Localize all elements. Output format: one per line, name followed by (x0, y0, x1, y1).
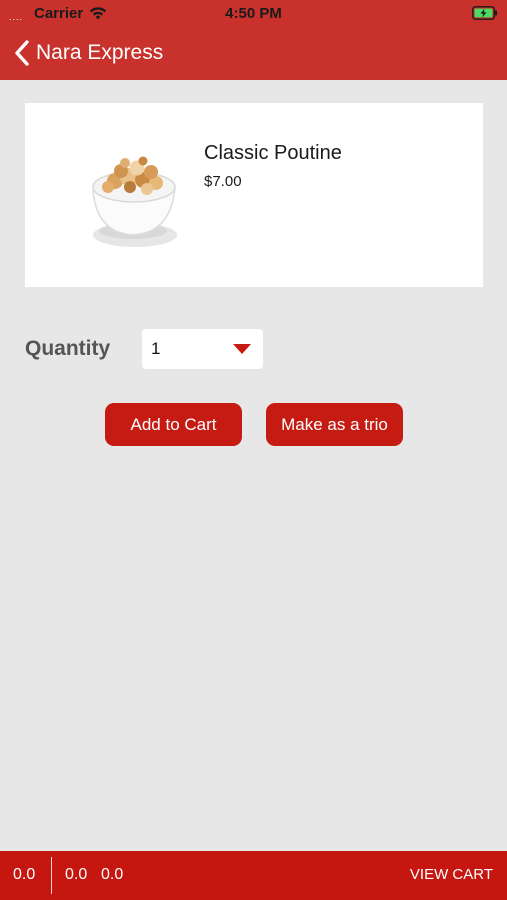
cart-value-1: 0.0 (13, 866, 36, 883)
back-label: Nara Express (36, 41, 164, 64)
status-bar: .... Carrier 4:50 PM (0, 0, 507, 26)
quantity-value: 1 (151, 339, 161, 358)
product-detail-screen: .... Carrier 4:50 PM Nara Express Classi… (0, 0, 507, 900)
divider (51, 857, 52, 894)
back-button[interactable]: Nara Express (12, 36, 163, 70)
make-trio-button[interactable]: Make as a trio (266, 403, 403, 446)
poutine-image (92, 156, 177, 247)
header: .... Carrier 4:50 PM Nara Express (0, 0, 507, 80)
quantity-select[interactable]: 1 (142, 329, 263, 369)
cart-value-2: 0.0 (65, 866, 88, 883)
view-cart-button[interactable]: VIEW CART (410, 866, 493, 883)
cart-value-3: 0.0 (101, 866, 124, 883)
product-price: $7.00 (204, 173, 242, 190)
navigation-bar: Nara Express (0, 26, 507, 80)
product-card: Classic Poutine $7.00 (25, 103, 483, 287)
chevron-left-icon (15, 40, 29, 66)
quantity-label: Quantity (25, 337, 111, 360)
cart-summary-bar: 0.0 0.0 0.0 VIEW CART (0, 851, 507, 900)
caret-down-icon (233, 344, 251, 354)
clock: 4:50 PM (225, 5, 282, 22)
battery-charging-icon (472, 6, 497, 20)
add-to-cart-button[interactable]: Add to Cart (105, 403, 242, 446)
product-name: Classic Poutine (204, 142, 342, 164)
